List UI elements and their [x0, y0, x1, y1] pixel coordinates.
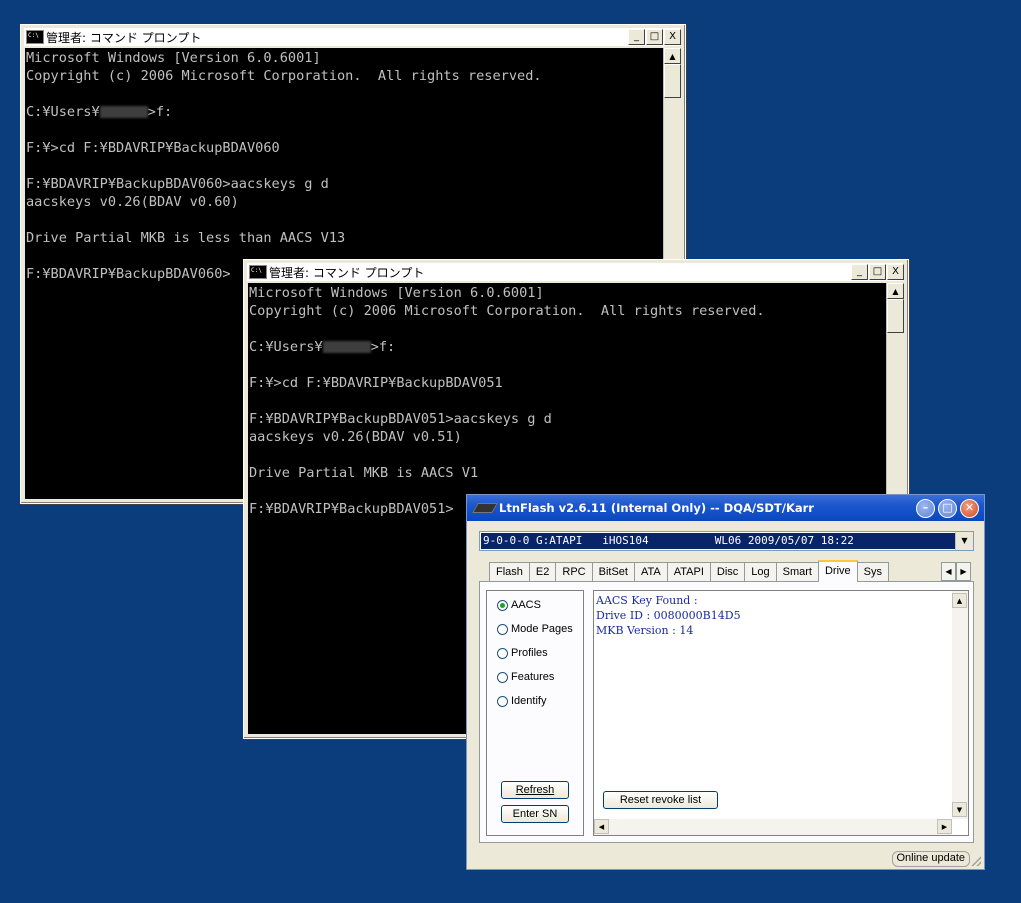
radio-circle-icon[interactable] — [497, 647, 508, 659]
maximize-button[interactable]: □ — [646, 29, 663, 45]
radio-circle-icon[interactable] — [497, 695, 508, 707]
radio-circle-icon[interactable] — [497, 599, 508, 611]
radio-label: Features — [511, 671, 555, 683]
scroll-up-arrow-icon[interactable]: ▲ — [664, 48, 681, 64]
tab-scroll-right-icon[interactable]: ▶ — [956, 562, 971, 581]
drive-select[interactable]: 9-0-0-0 G:ATAPI iHOS104 WL06 2009/05/07 … — [479, 531, 974, 551]
status-bar: Online update — [469, 849, 982, 867]
tab-sys[interactable]: Sys — [856, 562, 889, 581]
tab-smart[interactable]: Smart — [775, 562, 819, 581]
output-vertical-scrollbar[interactable]: ▲ ▼ — [952, 591, 968, 819]
radio-label: Identify — [511, 695, 547, 707]
tab-drive[interactable]: Drive — [817, 560, 858, 582]
resize-grip-icon[interactable] — [971, 856, 981, 866]
ltnflash-logo-icon — [472, 503, 498, 513]
tab-bar: Flash E2 RPC BitSet ATA ATAPI Disc Log Smart Driv… — [489, 560, 889, 582]
output-horizontal-scrollbar[interactable]: ◀ ▶ — [594, 819, 952, 835]
output-panel[interactable]: AACS Key Found : Drive ID : 0080000B14D5… — [593, 590, 969, 836]
reset-revoke-list-button[interactable]: Reset revoke list — [603, 791, 718, 809]
scroll-thumb[interactable] — [664, 64, 681, 98]
tab-rpc[interactable]: RPC — [555, 562, 593, 581]
tab-ata[interactable]: ATA — [633, 562, 668, 581]
radio-label: AACS — [511, 599, 541, 611]
console-2-window-controls: _ □ X — [851, 264, 904, 280]
refresh-button[interactable]: Refresh — [501, 781, 569, 799]
scroll-thumb[interactable] — [887, 299, 904, 333]
console-icon — [26, 30, 44, 44]
tab-disc[interactable]: Disc — [709, 562, 746, 581]
console-2-titlebar[interactable]: 管理者: コマンド プロンプト — [247, 263, 903, 281]
ltnflash-window-controls: – □ ✕ — [916, 498, 979, 518]
query-options-panel: AACS Mode Pages Profiles Features Identify R… — [486, 590, 584, 836]
enter-sn-button[interactable]: Enter SN — [501, 805, 569, 823]
output-text: AACS Key Found : Drive ID : 0080000B14D5… — [596, 594, 741, 637]
tab-e2[interactable]: E2 — [528, 562, 557, 581]
tab-scroll-left-icon[interactable]: ◀ — [941, 562, 956, 581]
close-button[interactable]: X — [887, 264, 904, 280]
radio-mode-pages[interactable]: Mode Pages — [497, 623, 573, 635]
scroll-up-arrow-icon[interactable]: ▲ — [952, 593, 967, 608]
radio-label: Profiles — [511, 647, 548, 659]
close-icon[interactable]: ✕ — [960, 498, 979, 518]
maximize-icon[interactable]: □ — [938, 498, 957, 518]
scroll-left-arrow-icon[interactable]: ◀ — [594, 819, 609, 834]
ltnflash-titlebar[interactable]: LtnFlash v2.6.11 (Internal Only) -- DQA/… — [467, 495, 984, 521]
scroll-up-arrow-icon[interactable]: ▲ — [887, 283, 904, 299]
drive-select-value: 9-0-0-0 G:ATAPI iHOS104 WL06 2009/05/07 … — [481, 533, 956, 549]
maximize-button[interactable]: □ — [869, 264, 886, 280]
console-1-window-controls: _ □ X — [628, 29, 681, 45]
radio-features[interactable]: Features — [497, 671, 554, 683]
radio-label: Mode Pages — [511, 623, 573, 635]
tab-flash[interactable]: Flash — [489, 562, 530, 581]
console-2-text: Microsoft Windows [Version 6.0.6001] Cop… — [249, 285, 765, 517]
scroll-down-arrow-icon[interactable]: ▼ — [952, 802, 967, 817]
radio-identify[interactable]: Identify — [497, 695, 546, 707]
tab-atapi[interactable]: ATAPI — [666, 562, 711, 581]
tab-log[interactable]: Log — [744, 562, 777, 581]
console-2-title: 管理者: コマンド プロンプト — [269, 265, 425, 280]
redacted-username — [99, 106, 148, 118]
online-update-status[interactable]: Online update — [891, 851, 970, 867]
radio-circle-icon[interactable] — [497, 623, 508, 635]
minimize-icon[interactable]: – — [916, 498, 935, 518]
scroll-right-arrow-icon[interactable]: ▶ — [937, 819, 952, 834]
radio-profiles[interactable]: Profiles — [497, 647, 548, 659]
radio-circle-icon[interactable] — [497, 671, 508, 683]
ltnflash-title: LtnFlash v2.6.11 (Internal Only) -- DQA/… — [499, 501, 814, 515]
redacted-username — [322, 341, 371, 353]
close-button[interactable]: X — [664, 29, 681, 45]
minimize-button[interactable]: _ — [628, 29, 645, 45]
console-1-text: Microsoft Windows [Version 6.0.6001] Cop… — [26, 50, 542, 282]
drive-tab-panel: AACS Mode Pages Profiles Features Identify R… — [479, 581, 974, 843]
radio-aacs[interactable]: AACS — [497, 599, 541, 611]
tab-bitset[interactable]: BitSet — [591, 562, 635, 581]
ltnflash-window[interactable]: LtnFlash v2.6.11 (Internal Only) -- DQA/… — [466, 494, 985, 870]
chevron-down-icon[interactable]: ▼ — [955, 532, 973, 550]
console-1-title: 管理者: コマンド プロンプト — [46, 30, 202, 45]
console-1-titlebar[interactable]: 管理者: コマンド プロンプト — [24, 28, 680, 46]
minimize-button[interactable]: _ — [851, 264, 868, 280]
tab-scroll-buttons: ◀ ▶ — [941, 562, 971, 581]
console-icon — [249, 265, 267, 279]
